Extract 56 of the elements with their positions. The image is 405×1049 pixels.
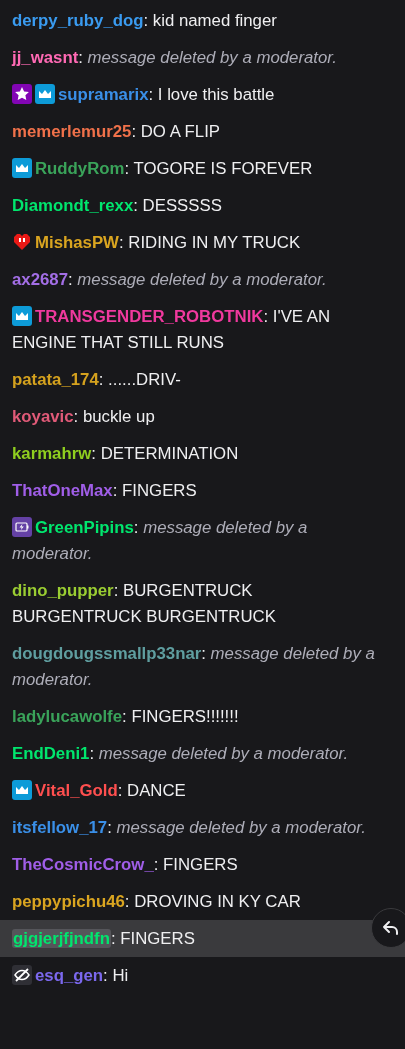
chat-message: TRANSGENDER_ROBOTNIK: I'VE AN ENGINE THAT STILL RUNS	[11, 304, 332, 354]
chat-message: itsfellow_17: message deleted by a moderator.	[11, 816, 367, 839]
username[interactable]: Diamondt_rexx	[12, 195, 134, 215]
username[interactable]: koyavic	[12, 406, 74, 426]
chat-message: dougdougssmallp33nar: message deleted by a moderator.	[11, 642, 376, 691]
chat-message: derpy_ruby_dog: kid named finger	[11, 9, 278, 32]
username[interactable]: ax2687	[12, 269, 68, 289]
username[interactable]: peppypichu46	[12, 891, 125, 911]
username[interactable]: dino_pupper	[12, 580, 114, 600]
username[interactable]: dougdougssmallp33nar	[12, 643, 202, 663]
chat-message: Vital_Gold: DANCE	[0, 772, 405, 809]
username[interactable]: patata_174	[12, 369, 99, 389]
username[interactable]: GreenPipins	[35, 517, 134, 537]
chat-message: jj_wasnt: message deleted by a moderator.	[10, 46, 338, 69]
username[interactable]: supramarix	[58, 84, 149, 104]
crown-icon[interactable]	[12, 779, 32, 800]
chat-message: RuddyRom: TOGORE IS FOREVER	[0, 150, 405, 187]
chat-message: patata_174: ......DRIV-	[11, 368, 182, 391]
crown-icon[interactable]	[35, 83, 55, 104]
chat-message: koyavic: buckle up	[11, 405, 156, 428]
chat-message: ladylucawolfe: FINGERS!!!!!!!	[11, 705, 240, 728]
chat-message: TheCosmicCrow_: FINGERS	[11, 853, 239, 876]
username[interactable]: gjgjerjfjndfn	[12, 928, 111, 948]
chat-message: Diamondt_rexx: DESSSSS	[11, 194, 223, 217]
battery-bolt-icon[interactable]	[12, 516, 32, 537]
chat-message: ThatOneMax: FINGERS	[11, 479, 198, 502]
username[interactable]: itsfellow_17	[12, 817, 108, 837]
username[interactable]: memerlemur25	[12, 121, 132, 141]
username[interactable]: Vital_Gold	[35, 780, 118, 800]
crown-icon[interactable]	[12, 157, 32, 178]
eye-slash-icon[interactable]	[12, 964, 32, 985]
chat-message: GreenPipins: message deleted by a moderator.	[11, 515, 309, 565]
username[interactable]: TheCosmicCrow_	[12, 854, 154, 874]
chat-message: peppypichu46: DROVING IN KY CAR	[11, 890, 302, 913]
username[interactable]: ThatOneMax	[12, 480, 113, 500]
username[interactable]: karmahrw	[12, 443, 92, 463]
chat-message: esq_gen: Hi	[0, 957, 405, 994]
chat-message: ax2687: message deleted by a moderator.	[11, 268, 328, 291]
heart-icon[interactable]	[12, 231, 32, 252]
crown-icon[interactable]	[12, 305, 32, 326]
username[interactable]: MishasPW	[35, 232, 119, 252]
chat-message: MishasPW: RIDING IN MY TRUCK	[0, 224, 405, 261]
chat-message: karmahrw: DETERMINATION	[11, 442, 240, 465]
username[interactable]: derpy_ruby_dog	[12, 10, 144, 30]
chat-message: memerlemur25: DO A FLIP	[11, 120, 221, 143]
username[interactable]: jj_wasnt	[12, 47, 79, 67]
chat-message: gjgjerjfjndfn: FINGERS	[0, 920, 405, 957]
chat-message: EndDeni1: message deleted by a moderator.	[11, 742, 350, 765]
chat-message: dino_pupper: BURGENTRUCK BURGENTRUCK BURGENTRUCK	[11, 579, 277, 628]
username[interactable]: TRANSGENDER_ROBOTNIK	[35, 306, 264, 326]
chat-message: supramarix: I love this battle	[0, 76, 405, 113]
username[interactable]: RuddyRom	[35, 158, 125, 178]
username[interactable]: esq_gen	[35, 965, 104, 985]
username[interactable]: EndDeni1	[12, 743, 90, 763]
reply-icon	[381, 918, 401, 938]
reply-button[interactable]	[371, 908, 405, 948]
